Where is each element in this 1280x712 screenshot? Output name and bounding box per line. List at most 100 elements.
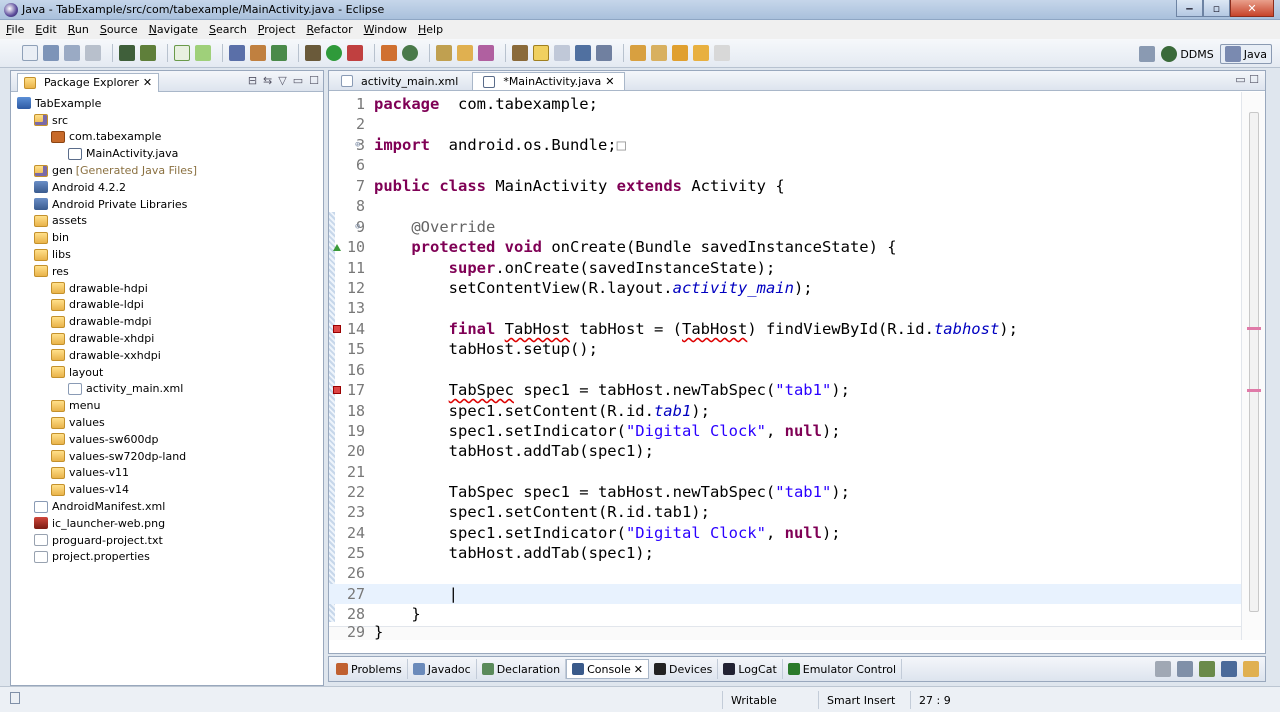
close-tab-icon[interactable]: ✕: [143, 76, 152, 89]
code-line[interactable]: 26: [329, 563, 1241, 583]
display-console-icon[interactable]: [1221, 661, 1237, 677]
open-console-icon[interactable]: [1243, 661, 1259, 677]
error-marker-icon[interactable]: [333, 325, 341, 333]
close-button[interactable]: ✕: [1230, 0, 1274, 17]
menu-source[interactable]: Source: [100, 23, 138, 36]
vertical-scrollbar[interactable]: [1241, 92, 1265, 640]
bottom-tab-emulator-control[interactable]: Emulator Control: [783, 659, 903, 679]
tree-item[interactable]: Android Private Libraries: [11, 196, 323, 213]
tree-item[interactable]: bin: [11, 229, 323, 246]
clear-console-icon[interactable]: [1155, 661, 1171, 677]
bottom-tab-problems[interactable]: Problems: [331, 659, 408, 679]
tree-item[interactable]: values-sw720dp-land: [11, 448, 323, 465]
code-line[interactable]: 11 super .onCreate(savedInstanceState);: [329, 258, 1241, 278]
bottom-tab-logcat[interactable]: LogCat: [718, 659, 783, 679]
menu-refactor[interactable]: Refactor: [306, 23, 352, 36]
overview-error-marker[interactable]: [1247, 389, 1261, 392]
tree-item[interactable]: layout: [11, 364, 323, 381]
prev-annotation-icon[interactable]: [651, 45, 667, 61]
code-line[interactable]: 22 TabSpec spec1 = tabHost.newTabSpec("t…: [329, 482, 1241, 502]
code-line[interactable]: 17 TabSpec spec1 = tabHost.newTabSpec("t…: [329, 380, 1241, 400]
close-tab-icon[interactable]: ✕: [634, 663, 643, 676]
toggle-block-selection-icon[interactable]: [533, 45, 549, 61]
code-line[interactable]: 24 spec1.setIndicator("Digital Clock", n…: [329, 523, 1241, 543]
scroll-lock-icon[interactable]: [1177, 661, 1193, 677]
paragraph-icon[interactable]: [596, 45, 612, 61]
bottom-tab-javadoc[interactable]: Javadoc: [408, 659, 477, 679]
override-marker-icon[interactable]: [333, 243, 341, 251]
collapse-all-icon[interactable]: ⊟: [248, 74, 257, 87]
menu-run[interactable]: Run: [68, 23, 89, 36]
code-line[interactable]: 12 setContentView(R.layout. activity_main…: [329, 278, 1241, 298]
ddms-perspective[interactable]: DDMS: [1161, 46, 1214, 62]
editor-tab[interactable]: activity_main.xml: [331, 72, 468, 90]
debug-icon[interactable]: [305, 45, 321, 61]
last-edit-icon[interactable]: [672, 45, 688, 61]
menu-navigate[interactable]: Navigate: [149, 23, 198, 36]
code-line[interactable]: 15 tabHost.setup();: [329, 339, 1241, 359]
menu-project[interactable]: Project: [258, 23, 296, 36]
minimize-view-icon[interactable]: ▭: [293, 74, 303, 87]
new-package-icon[interactable]: [250, 45, 266, 61]
show-whitespace-icon[interactable]: [575, 45, 591, 61]
overview-error-marker[interactable]: [1247, 327, 1261, 330]
code-line[interactable]: 21: [329, 462, 1241, 482]
tree-item[interactable]: res: [11, 263, 323, 280]
pin-console-icon[interactable]: [1199, 661, 1215, 677]
link-editor-icon[interactable]: ⇆: [263, 74, 272, 87]
code-line[interactable]: 25 tabHost.addTab(spec1);: [329, 543, 1241, 563]
new-icon[interactable]: [22, 45, 38, 61]
tree-item[interactable]: TabExample: [11, 95, 323, 112]
tree-item[interactable]: libs: [11, 246, 323, 263]
code-line[interactable]: 18 spec1.setContent(R.id. tab1);: [329, 401, 1241, 421]
code-editor[interactable]: 1 package com.tabexample; 2 3 ⊕ import androi…: [329, 92, 1241, 640]
tree-item[interactable]: gen [Generated Java Files]: [11, 162, 323, 179]
forward-icon[interactable]: [714, 45, 730, 61]
view-menu-icon[interactable]: ▽: [278, 74, 286, 87]
editor-view-tools[interactable]: ▭ ☐: [1235, 73, 1259, 86]
lint-icon[interactable]: [174, 45, 190, 61]
next-annotation-icon[interactable]: [630, 45, 646, 61]
close-tab-icon[interactable]: ✕: [605, 75, 614, 88]
menu-edit[interactable]: Edit: [35, 23, 56, 36]
avd-manager-icon[interactable]: [140, 45, 156, 61]
tree-item[interactable]: Android 4.2.2: [11, 179, 323, 196]
menu-file[interactable]: File: [6, 23, 24, 36]
code-line[interactable]: 14 final TabHost tabHost = (TabHost) fin…: [329, 319, 1241, 339]
code-line[interactable]: 20 tabHost.addTab(spec1);: [329, 441, 1241, 461]
tree-item[interactable]: drawable-xhdpi: [11, 330, 323, 347]
code-line[interactable]: 19 spec1.setIndicator("Digital Clock", n…: [329, 421, 1241, 441]
tree-item[interactable]: values-sw600dp: [11, 431, 323, 448]
tree-item[interactable]: activity_main.xml: [11, 381, 323, 398]
scrollbar-thumb[interactable]: [1249, 112, 1259, 612]
bottom-tab-devices[interactable]: Devices: [649, 659, 719, 679]
tree-item[interactable]: ic_launcher-web.png: [11, 515, 323, 532]
maximize-view-icon[interactable]: ☐: [309, 74, 319, 87]
code-line[interactable]: 2: [329, 114, 1241, 134]
code-line[interactable]: 16: [329, 360, 1241, 380]
java-perspective[interactable]: Java: [1219, 44, 1272, 64]
code-line[interactable]: 29}: [329, 622, 1241, 640]
menu-window[interactable]: Window: [364, 23, 407, 36]
fold-toggle-icon[interactable]: ⊖: [355, 222, 360, 232]
bottom-tab-declaration[interactable]: Declaration: [477, 659, 567, 679]
back-icon[interactable]: [693, 45, 709, 61]
tree-item[interactable]: values-v14: [11, 481, 323, 498]
tree-item[interactable]: AndroidManifest.xml: [11, 498, 323, 515]
run-icon[interactable]: [326, 45, 342, 61]
package-explorer-tab[interactable]: Package Explorer ✕: [17, 72, 160, 92]
code-line[interactable]: 6: [329, 155, 1241, 175]
tree-item[interactable]: drawable-ldpi: [11, 297, 323, 314]
maximize-button[interactable]: ▫: [1203, 0, 1230, 17]
menu-help[interactable]: Help: [418, 23, 443, 36]
error-marker-icon[interactable]: [333, 386, 341, 394]
tree-item[interactable]: assets: [11, 213, 323, 230]
save-icon[interactable]: [43, 45, 59, 61]
new-java-project-icon[interactable]: [229, 45, 245, 61]
tree-item[interactable]: values-v11: [11, 465, 323, 482]
tree-item[interactable]: project.properties: [11, 549, 323, 566]
code-line[interactable]: 3 ⊕ import android.os.Bundle; □: [329, 135, 1241, 155]
code-line[interactable]: 7 public class MainActivity extends Activ…: [329, 176, 1241, 196]
tree-item[interactable]: MainActivity.java: [11, 145, 323, 162]
code-line[interactable]: 23 spec1.setContent(R.id.tab1);: [329, 502, 1241, 522]
